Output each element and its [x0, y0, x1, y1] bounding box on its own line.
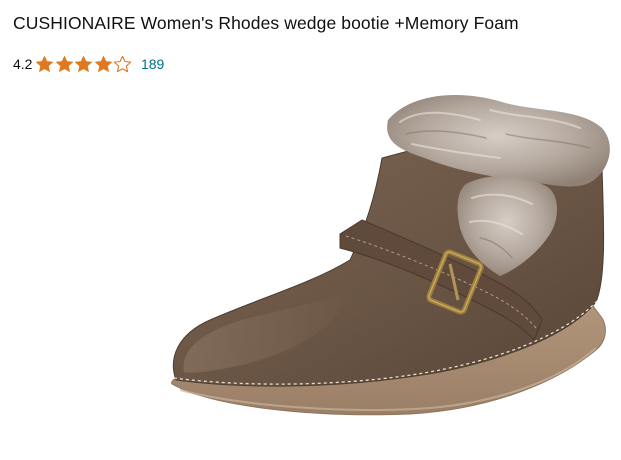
- rating-value: 4.2: [13, 56, 33, 72]
- star-full-icon: [94, 55, 112, 72]
- star-full-icon: [55, 55, 73, 72]
- star-full-icon: [75, 55, 93, 72]
- star-rating[interactable]: [35, 55, 133, 74]
- product-image[interactable]: [150, 88, 620, 448]
- star-full-icon: [36, 55, 54, 72]
- product-title[interactable]: CUSHIONAIRE Women's Rhodes wedge bootie …: [13, 13, 519, 34]
- review-count-link[interactable]: 189: [141, 56, 164, 72]
- star-empty-icon: [114, 55, 132, 72]
- rating-row: 4.2 189: [13, 53, 164, 75]
